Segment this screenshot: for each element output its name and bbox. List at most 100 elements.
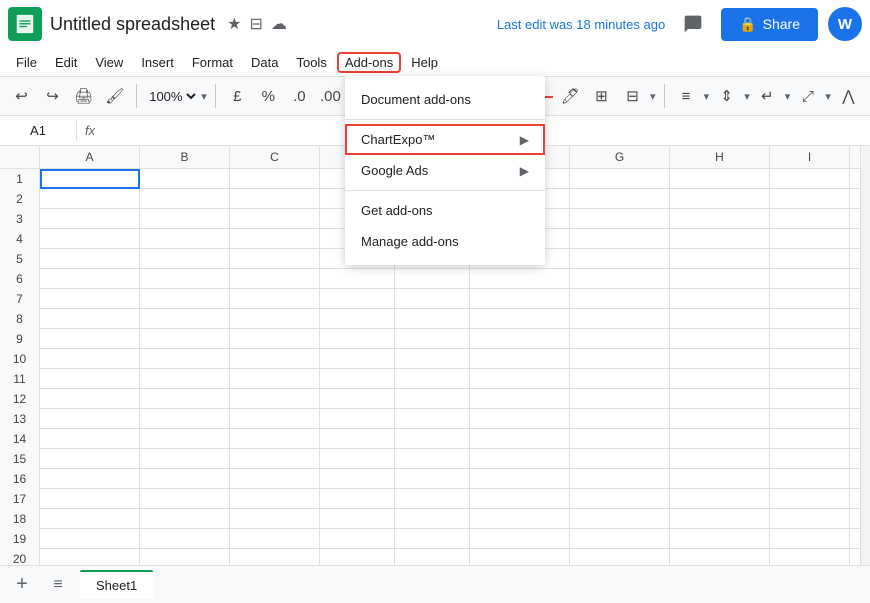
row-header-14[interactable]: 14: [0, 429, 40, 449]
highlight-button[interactable]: 🖊: [557, 82, 584, 110]
fx-icon: fx: [85, 123, 95, 138]
valign-arrow: ▾: [744, 90, 750, 103]
row-header-13[interactable]: 13: [0, 409, 40, 429]
row-header-15[interactable]: 15: [0, 449, 40, 469]
rotate-button[interactable]: ⤢: [794, 82, 821, 110]
google-ads-arrow-icon: ▶: [520, 164, 529, 178]
row-header-10[interactable]: 10: [0, 349, 40, 369]
cell-reference-input[interactable]: [8, 123, 68, 138]
table-row: 6: [0, 269, 870, 289]
row-header-6[interactable]: 6: [0, 269, 40, 289]
toolbar-divider-4: [664, 84, 665, 108]
addons-dropdown-menu: Document add-ons ChartExpo™ ▶ Google Ads…: [345, 76, 545, 265]
menu-format[interactable]: Format: [184, 52, 241, 73]
zoom-group: 100% 75% 50% 125% 150% ▾: [145, 88, 207, 105]
add-sheet-button[interactable]: +: [8, 571, 36, 599]
row-header-8[interactable]: 8: [0, 309, 40, 329]
cell-h1[interactable]: [670, 169, 770, 189]
row-header-19[interactable]: 19: [0, 529, 40, 549]
cell-a1[interactable]: [40, 169, 140, 189]
vertical-scrollbar[interactable]: [860, 146, 870, 586]
halign-arrow: ▾: [704, 90, 710, 103]
more-button[interactable]: ⋀: [835, 82, 862, 110]
row-header-4[interactable]: 4: [0, 229, 40, 249]
col-header-h[interactable]: H: [670, 146, 770, 168]
cloud-icon[interactable]: ☁: [271, 14, 287, 34]
zoom-arrow: ▾: [201, 90, 207, 103]
row-header-17[interactable]: 17: [0, 489, 40, 509]
table-row: 12: [0, 389, 870, 409]
menu-help[interactable]: Help: [403, 52, 446, 73]
title-icons: ★ ⊟ ☁: [227, 14, 287, 34]
rotate-arrow: ▾: [825, 90, 831, 103]
last-edit-link[interactable]: Last edit was 18 minutes ago: [497, 17, 665, 32]
percent-button[interactable]: %: [255, 82, 282, 110]
menu-insert[interactable]: Insert: [133, 52, 182, 73]
menu-addons[interactable]: Add-ons: [337, 52, 401, 73]
get-addons-item[interactable]: Get add-ons: [345, 195, 545, 226]
col-header-b[interactable]: B: [140, 146, 230, 168]
dropdown-divider-1: [345, 119, 545, 120]
cell-i1[interactable]: [770, 169, 850, 189]
row-header-9[interactable]: 9: [0, 329, 40, 349]
wrap-arrow: ▾: [785, 90, 791, 103]
menu-file[interactable]: File: [8, 52, 45, 73]
comments-button[interactable]: [675, 6, 711, 42]
user-avatar[interactable]: W: [828, 7, 862, 41]
toolbar-divider-2: [215, 84, 216, 108]
menu-edit[interactable]: Edit: [47, 52, 85, 73]
cell-c1[interactable]: [230, 169, 320, 189]
menu-tools[interactable]: Tools: [288, 52, 334, 73]
currency-button[interactable]: £: [224, 82, 251, 110]
print-button[interactable]: 🖨: [70, 82, 97, 110]
row-header-7[interactable]: 7: [0, 289, 40, 309]
col-header-g[interactable]: G: [570, 146, 670, 168]
row-header-11[interactable]: 11: [0, 369, 40, 389]
halign-button[interactable]: ≡: [673, 82, 700, 110]
row-header-5[interactable]: 5: [0, 249, 40, 269]
google-ads-label: Google Ads: [361, 163, 428, 178]
folder-icon[interactable]: ⊟: [249, 14, 262, 34]
redo-button[interactable]: ↪: [39, 82, 66, 110]
col-header-i[interactable]: I: [770, 146, 850, 168]
merge-button[interactable]: ⊟: [619, 82, 646, 110]
paint-format-button[interactable]: 🖌: [101, 82, 128, 110]
share-button[interactable]: 🔒 Share: [721, 8, 818, 41]
wrap-button[interactable]: ↵: [754, 82, 781, 110]
col-header-a[interactable]: A: [40, 146, 140, 168]
sheet-tab-1[interactable]: Sheet1: [80, 570, 153, 599]
table-row: 13: [0, 409, 870, 429]
cell-b1[interactable]: [140, 169, 230, 189]
spreadsheet-title[interactable]: Untitled spreadsheet: [50, 14, 215, 35]
col-header-c[interactable]: C: [230, 146, 320, 168]
table-row: 14: [0, 429, 870, 449]
decimal-increase-button[interactable]: .00: [317, 82, 344, 110]
cell-g1[interactable]: [570, 169, 670, 189]
menu-view[interactable]: View: [87, 52, 131, 73]
zoom-select[interactable]: 100% 75% 50% 125% 150%: [145, 88, 199, 105]
decimal-decrease-button[interactable]: .0: [286, 82, 313, 110]
star-icon[interactable]: ★: [227, 14, 241, 34]
corner-cell: [0, 146, 40, 168]
row-header-16[interactable]: 16: [0, 469, 40, 489]
row-header-2[interactable]: 2: [0, 189, 40, 209]
table-row: 18: [0, 509, 870, 529]
row-header-18[interactable]: 18: [0, 509, 40, 529]
toolbar-divider-1: [136, 84, 137, 108]
menu-bar: File Edit View Insert Format Data Tools …: [0, 48, 870, 76]
sheets-menu-button[interactable]: ≡: [44, 571, 72, 599]
row-header-1[interactable]: 1: [0, 169, 40, 189]
valign-button[interactable]: ⇕: [713, 82, 740, 110]
row-header-3[interactable]: 3: [0, 209, 40, 229]
manage-addons-item[interactable]: Manage add-ons: [345, 226, 545, 257]
undo-button[interactable]: ↩: [8, 82, 35, 110]
chartexpo-item[interactable]: ChartExpo™ ▶: [345, 124, 545, 155]
row-header-12[interactable]: 12: [0, 389, 40, 409]
borders-button[interactable]: ⊞: [588, 82, 615, 110]
title-right-area: Last edit was 18 minutes ago 🔒 Share W: [497, 6, 862, 42]
document-addons-item[interactable]: Document add-ons: [345, 84, 545, 115]
menu-data[interactable]: Data: [243, 52, 286, 73]
table-row: 10: [0, 349, 870, 369]
google-ads-item[interactable]: Google Ads ▶: [345, 155, 545, 186]
table-row: 15: [0, 449, 870, 469]
